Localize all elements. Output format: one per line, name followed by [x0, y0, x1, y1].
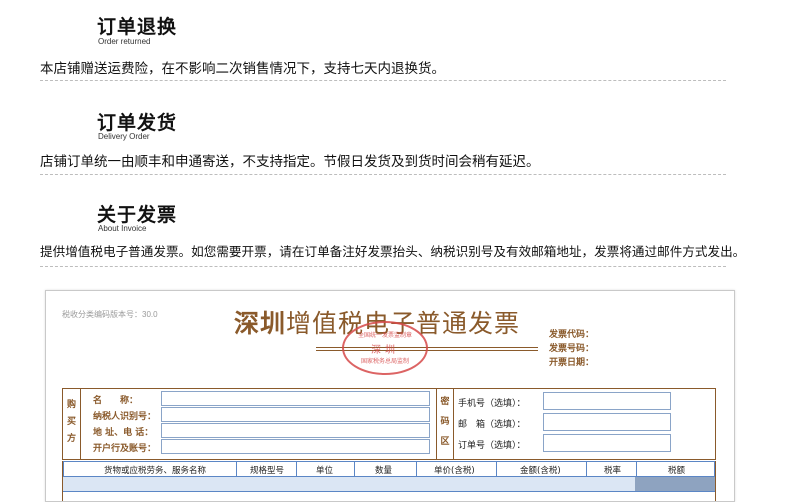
col-header-item: 货物或应税劳务、服务名称: [104, 466, 207, 476]
section-subtitle: Delivery Order: [98, 132, 150, 141]
buyer-address-input[interactable]: [161, 423, 430, 438]
field-label-bank: 开户行及账号：: [93, 444, 157, 454]
tax-amount-cell: [635, 477, 715, 491]
email-label: 邮 箱（选填）：: [458, 420, 526, 430]
invoice-sample: 税收分类编码版本号：30.0 深圳增值税电子普通发票 全国统一发票监制章 深圳 …: [45, 290, 735, 502]
goods-table: 货物或应税劳务、服务名称 规格型号 单位 数量 单价(含税) 金额(含税) 税率…: [62, 461, 716, 501]
col-header-qty: 数量: [375, 466, 393, 476]
col-header-amount: 金额(含税): [520, 466, 561, 476]
buyer-taxid-input[interactable]: [161, 407, 430, 422]
seal-bottom-text: 国家税务总局监制: [360, 358, 409, 365]
col-divider: [296, 462, 297, 478]
goods-table-row: [63, 477, 715, 492]
col-header-unit: 单位: [316, 466, 334, 476]
seal-city-text: 深圳: [371, 345, 399, 356]
section-text: 本店铺赠送运费险，在不影响二次销售情况下，支持七天内退换货。: [40, 61, 445, 77]
section-subtitle: Order returned: [98, 37, 151, 46]
section-title: 订单发货: [97, 112, 178, 134]
col-header-tax-rate: 税率: [604, 466, 622, 476]
order-number-label: 订单号（选填）：: [458, 441, 526, 451]
section-subtitle: About Invoice: [98, 224, 147, 233]
col-divider: [636, 462, 637, 478]
col-header-spec: 规格型号: [250, 466, 285, 476]
cipher-zone-label: 密 码 区: [436, 389, 454, 459]
tax-code-version: 税收分类编码版本号：30.0: [62, 310, 158, 319]
invoice-code-label: 发票代码：: [549, 330, 595, 340]
field-label-taxid: 纳税人识别号：: [93, 412, 157, 422]
cipher-label-char: 区: [440, 437, 450, 447]
seal-stamp-icon: 全国统一发票监制章 深圳 国家税务总局监制: [342, 321, 428, 375]
section-text: 提供增值税电子普通发票。如您需要开票，请在订单备注好发票抬头、纳税识别号及有效邮…: [40, 244, 746, 259]
buyer-info-block: 购 买 方 名 称： 纳税人识别号： 地 址、电 话： 开户行及账号： 密 码 …: [62, 388, 716, 460]
buyer-side-label: 购 买 方: [63, 389, 81, 459]
divider: [40, 266, 726, 267]
buyer-label-char: 购: [66, 400, 76, 410]
field-label-name: 名 称：: [93, 396, 139, 406]
col-divider: [354, 462, 355, 478]
col-divider: [416, 462, 417, 478]
cipher-label-char: 码: [440, 417, 450, 427]
divider: [40, 80, 726, 81]
col-header-tax-amount: 税额: [668, 466, 686, 476]
invoice-number-label: 发票号码：: [549, 344, 595, 354]
field-label-address: 地 址、电 话：: [93, 428, 154, 438]
col-divider: [586, 462, 587, 478]
goods-table-header: 货物或应税劳务、服务名称 规格型号 单位 数量 单价(含税) 金额(含税) 税率…: [63, 461, 715, 478]
buyer-name-input[interactable]: [161, 391, 430, 406]
seal-top-text: 全国统一发票监制章: [357, 332, 412, 339]
email-input[interactable]: [543, 413, 671, 431]
col-divider: [496, 462, 497, 478]
cipher-label-char: 密: [440, 397, 450, 407]
buyer-bank-input[interactable]: [161, 439, 430, 454]
issue-date-label: 开票日期：: [549, 358, 595, 368]
section-title: 订单退换: [97, 16, 178, 38]
phone-label: 手机号（选填）：: [458, 399, 526, 409]
divider: [40, 174, 726, 175]
buyer-label-char: 方: [66, 434, 76, 444]
col-header-unit-price: 单价(含税): [434, 466, 475, 476]
section-text: 店铺订单统一由顺丰和申通寄送，不支持指定。节假日发货及到货时间会稍有延迟。: [40, 154, 540, 170]
section-title: 关于发票: [97, 204, 178, 226]
phone-input[interactable]: [543, 392, 671, 410]
col-divider: [236, 462, 237, 478]
order-number-input[interactable]: [543, 434, 671, 452]
invoice-meta-labels: 发票代码： 发票号码： 开票日期：: [549, 328, 594, 370]
buyer-label-char: 买: [66, 417, 76, 427]
invoice-title-city: 深圳: [234, 309, 287, 338]
